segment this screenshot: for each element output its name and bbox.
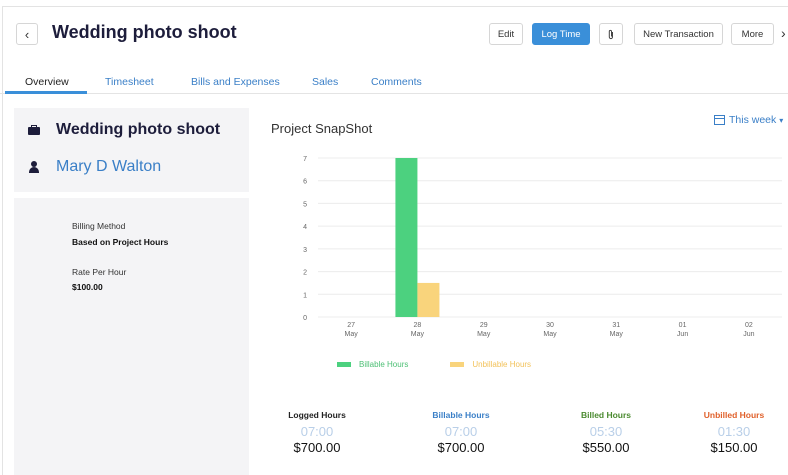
rate-per-hour-value: $100.00 xyxy=(72,282,103,292)
y-tick-label: 3 xyxy=(303,247,307,254)
stat-label: Unbilled Hours xyxy=(703,410,765,420)
tab-bills-and-expenses[interactable]: Bills and Expenses xyxy=(191,76,280,88)
tab-overview[interactable]: Overview xyxy=(25,76,69,88)
caret-down-icon: ▾ xyxy=(779,115,784,125)
stat-amount: $700.00 xyxy=(293,440,341,455)
stat-label: Billed Hours xyxy=(580,410,632,420)
log-time-button[interactable]: Log Time xyxy=(532,23,590,45)
chart-legend: Billable Hours Unbillable Hours xyxy=(337,360,573,369)
tab-timesheet[interactable]: Timesheet xyxy=(105,76,154,88)
stat-amount: $150.00 xyxy=(710,440,758,455)
stat-hours: 07:00 xyxy=(444,424,478,439)
tab-comments[interactable]: Comments xyxy=(371,76,422,88)
more-button[interactable]: More xyxy=(731,23,774,45)
billing-method-value: Based on Project Hours xyxy=(72,237,169,247)
y-tick-label: 0 xyxy=(303,315,307,322)
legend-label-unbillable: Unbillable Hours xyxy=(472,360,532,369)
y-tick-label: 2 xyxy=(303,270,307,277)
stat-hours: 07:00 xyxy=(300,424,334,439)
stat-unbilled-hours: Unbilled Hours 01:30 $150.00 xyxy=(674,410,788,455)
bar-billable xyxy=(395,158,418,317)
attach-button[interactable] xyxy=(599,23,623,45)
stat-label: Billable Hours xyxy=(432,410,490,420)
bar-unbillable xyxy=(417,282,440,317)
x-tick-label: 01 xyxy=(679,322,687,329)
briefcase-icon xyxy=(28,125,40,135)
stat-amount: $700.00 xyxy=(437,440,485,455)
x-tick-label: 29 xyxy=(480,322,488,329)
rate-per-hour-label: Rate Per Hour xyxy=(72,267,127,277)
snapshot-title: Project SnapShot xyxy=(271,121,373,136)
chevron-left-icon: ‹ xyxy=(24,26,30,42)
edit-button[interactable]: Edit xyxy=(489,23,523,45)
legend-unbillable: Unbillable Hours xyxy=(450,360,531,369)
stat-logged-hours: Logged Hours 07:00 $700.00 xyxy=(257,410,377,455)
x-tick-label: Jun xyxy=(677,331,688,338)
period-label: This week xyxy=(729,114,777,126)
person-icon xyxy=(28,161,40,173)
y-tick-label: 5 xyxy=(303,201,307,208)
x-tick-label: Jun xyxy=(743,331,754,338)
x-tick-label: May xyxy=(477,331,491,338)
snapshot-chart: 0 1 2 3 4 5 6 7 27 May 28 May 29 May 30 May 31 May 01 Jun 02… xyxy=(296,150,786,350)
stat-amount: $550.00 xyxy=(582,440,630,455)
active-tab-indicator xyxy=(5,91,87,94)
y-tick-label: 4 xyxy=(303,224,307,231)
stat-hours: 05:30 xyxy=(589,424,623,439)
stat-billable-hours: Billable Hours 07:00 $700.00 xyxy=(401,410,521,455)
legend-swatch-unbillable xyxy=(450,362,465,367)
y-tick-label: 6 xyxy=(303,179,307,186)
period-selector[interactable]: This week ▾ xyxy=(714,114,783,126)
customer-name-link[interactable]: Mary D Walton xyxy=(56,158,161,176)
x-tick-label: May xyxy=(345,331,359,338)
x-tick-label: 30 xyxy=(546,322,554,329)
x-tick-label: May xyxy=(411,331,425,338)
new-transaction-button[interactable]: New Transaction xyxy=(634,23,723,45)
back-button[interactable]: ‹ xyxy=(16,23,38,45)
tab-sales[interactable]: Sales xyxy=(312,76,338,88)
x-tick-label: 27 xyxy=(347,322,355,329)
tab-bar: Overview Timesheet Bills and Expenses Sa… xyxy=(0,72,788,94)
page-title: Wedding photo shoot xyxy=(52,22,237,42)
billing-method-label: Billing Method xyxy=(72,221,126,231)
legend-swatch-billable xyxy=(337,362,351,367)
project-name: Wedding photo shoot xyxy=(56,121,221,138)
x-tick-label: 28 xyxy=(414,322,422,329)
y-tick-label: 1 xyxy=(303,292,307,299)
x-tick-label: 02 xyxy=(745,322,753,329)
x-tick-label: May xyxy=(543,331,557,338)
chart-svg: 0123456727May28May29May30May31May01Jun02… xyxy=(303,156,782,338)
chevron-right-icon[interactable]: › xyxy=(781,25,786,41)
x-tick-label: 31 xyxy=(612,322,620,329)
stat-hours: 01:30 xyxy=(717,424,751,439)
customer-row: Mary D Walton xyxy=(28,158,161,176)
stat-label: Logged Hours xyxy=(288,410,346,420)
y-tick-label: 7 xyxy=(303,156,307,163)
x-tick-label: May xyxy=(610,331,624,338)
project-name-row: Wedding photo shoot xyxy=(28,121,220,139)
legend-label-billable: Billable Hours xyxy=(359,360,409,369)
paperclip-icon xyxy=(608,29,613,39)
legend-billable: Billable Hours xyxy=(337,360,408,369)
stat-billed-hours: Billed Hours 05:30 $550.00 xyxy=(546,410,666,455)
calendar-icon xyxy=(714,115,725,125)
